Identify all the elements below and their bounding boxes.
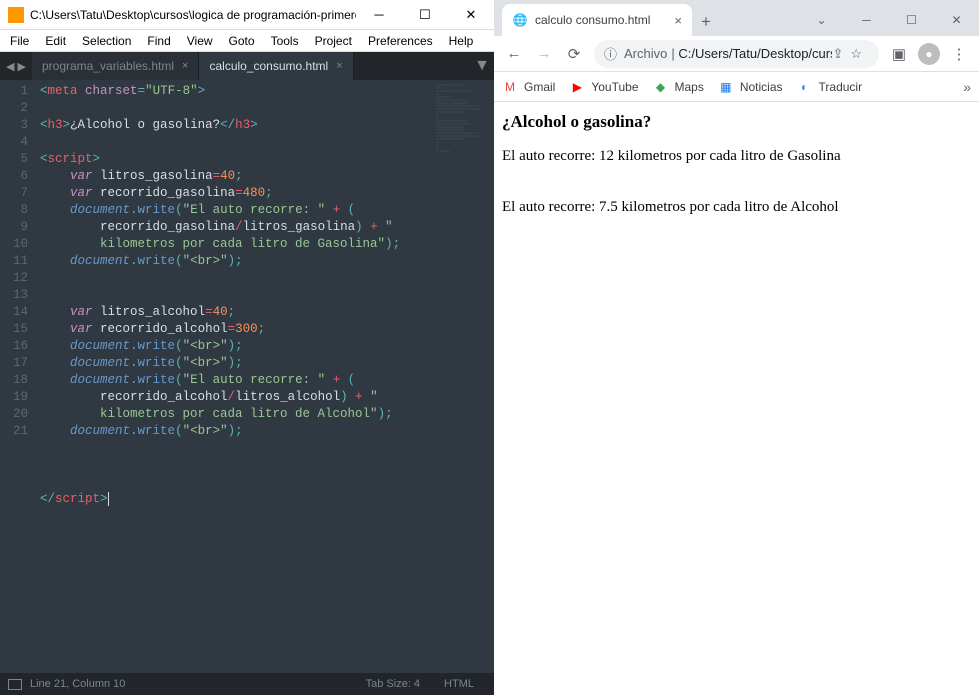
translate-icon: ◐	[797, 79, 813, 95]
share-icon[interactable]: ⇪	[832, 46, 843, 62]
page-line2: El auto recorre: 7.5 kilometros por cada…	[502, 199, 971, 216]
chrome-window: 🌐 calculo consumo.html × + ⌄ ─ ☐ ✕ ← → ⟳…	[494, 0, 979, 695]
extensions-icon[interactable]: ▣	[885, 40, 913, 68]
forward-button[interactable]: →	[530, 40, 558, 68]
menu-preferences[interactable]: Preferences	[362, 32, 439, 50]
bookmarks-bar: MGmail ▶YouTube ◆Maps ▦Noticias ◐Traduci…	[494, 72, 979, 102]
minimize-button[interactable]: ─	[356, 0, 402, 30]
tab-close-icon[interactable]: ×	[182, 60, 188, 72]
avatar[interactable]: ●	[918, 43, 940, 65]
status-position: Line 21, Column 10	[30, 678, 125, 690]
tab-inactive[interactable]: programa_variables.html ×	[32, 52, 200, 80]
window-title: C:\Users\Tatu\Desktop\cursos\logica de p…	[30, 8, 356, 22]
menu-selection[interactable]: Selection	[76, 32, 137, 50]
minimap[interactable]	[434, 80, 494, 673]
menu-project[interactable]: Project	[309, 32, 358, 50]
omnibox[interactable]: ⓘ Archivo | C:/Users/Tatu/Desktop/curso.…	[594, 40, 879, 68]
chevron-down-icon[interactable]: ⌄	[799, 4, 844, 36]
menu-goto[interactable]: Goto	[223, 32, 261, 50]
sublime-titlebar: C:\Users\Tatu\Desktop\cursos\logica de p…	[0, 0, 494, 30]
youtube-icon: ▶	[569, 79, 585, 95]
reload-button[interactable]: ⟳	[560, 40, 588, 68]
status-tabsize[interactable]: Tab Size: 4	[366, 678, 420, 690]
tab-close-icon[interactable]: ×	[674, 13, 682, 28]
chrome-window-controls: ⌄ ─ ☐ ✕	[799, 4, 979, 36]
bookmark-traducir[interactable]: ◐Traducir	[797, 79, 863, 95]
tab-dropdown-icon[interactable]: ▼	[470, 52, 494, 80]
menu-help[interactable]: Help	[443, 32, 480, 50]
news-icon: ▦	[718, 79, 734, 95]
bookmarks-overflow[interactable]: »	[963, 79, 971, 95]
gmail-icon: M	[502, 79, 518, 95]
tab-active[interactable]: calculo_consumo.html ×	[199, 52, 353, 80]
menu-edit[interactable]: Edit	[39, 32, 72, 50]
menubar: File Edit Selection Find View Goto Tools…	[0, 30, 494, 52]
info-icon: ⓘ	[604, 44, 617, 63]
chrome-toolbar: ← → ⟳ ⓘ Archivo | C:/Users/Tatu/Desktop/…	[494, 36, 979, 72]
panel-icon[interactable]	[8, 679, 22, 690]
globe-icon: 🌐	[512, 12, 528, 28]
tab-label: calculo_consumo.html	[209, 59, 328, 73]
menu-file[interactable]: File	[4, 32, 35, 50]
tab-close-icon[interactable]: ×	[336, 60, 342, 72]
menu-view[interactable]: View	[181, 32, 219, 50]
status-language[interactable]: HTML	[444, 678, 474, 690]
menu-tools[interactable]: Tools	[265, 32, 305, 50]
sublime-window: C:\Users\Tatu\Desktop\cursos\logica de p…	[0, 0, 494, 695]
browser-tab[interactable]: 🌐 calculo consumo.html ×	[502, 4, 692, 36]
page-heading: ¿Alcohol o gasolina?	[502, 112, 971, 132]
new-tab-button[interactable]: +	[692, 8, 720, 36]
bookmark-gmail[interactable]: MGmail	[502, 79, 555, 95]
bookmark-maps[interactable]: ◆Maps	[653, 79, 704, 95]
tab-label: programa_variables.html	[42, 59, 174, 73]
maximize-button[interactable]: ☐	[889, 4, 934, 36]
page-content: ¿Alcohol o gasolina? El auto recorre: 12…	[494, 102, 979, 695]
back-button[interactable]: ←	[500, 40, 528, 68]
star-icon[interactable]: ☆	[850, 46, 862, 62]
chrome-tabstrip: 🌐 calculo consumo.html × + ⌄ ─ ☐ ✕	[494, 0, 979, 36]
close-button[interactable]: ✕	[934, 4, 979, 36]
page-line1: El auto recorre: 12 kilometros por cada …	[502, 148, 971, 165]
browser-tab-title: calculo consumo.html	[535, 13, 650, 27]
editor[interactable]: 123456789101112131415161718192021 <meta …	[0, 80, 494, 673]
window-controls: ─ ☐ ✕	[356, 0, 494, 30]
minimize-button[interactable]: ─	[844, 4, 889, 36]
gutter: 123456789101112131415161718192021	[0, 80, 36, 673]
close-button[interactable]: ✕	[448, 0, 494, 30]
tab-history[interactable]: ◀ ▶	[0, 52, 32, 80]
omnibox-scheme: Archivo	[624, 46, 667, 61]
maps-icon: ◆	[653, 79, 669, 95]
maximize-button[interactable]: ☐	[402, 0, 448, 30]
bookmark-noticias[interactable]: ▦Noticias	[718, 79, 783, 95]
menu-find[interactable]: Find	[141, 32, 176, 50]
sublime-icon	[8, 7, 24, 23]
omnibox-url: C:/Users/Tatu/Desktop/curso..	[678, 46, 832, 61]
bookmark-youtube[interactable]: ▶YouTube	[569, 79, 638, 95]
tabbar: ◀ ▶ programa_variables.html × calculo_co…	[0, 52, 494, 80]
statusbar: Line 21, Column 10 Tab Size: 4 HTML	[0, 673, 494, 695]
menu-icon[interactable]: ⋮	[945, 40, 973, 68]
code-area[interactable]: <meta charset="UTF-8"> <h3>¿Alcohol o ga…	[36, 80, 434, 673]
cursor	[108, 492, 109, 506]
